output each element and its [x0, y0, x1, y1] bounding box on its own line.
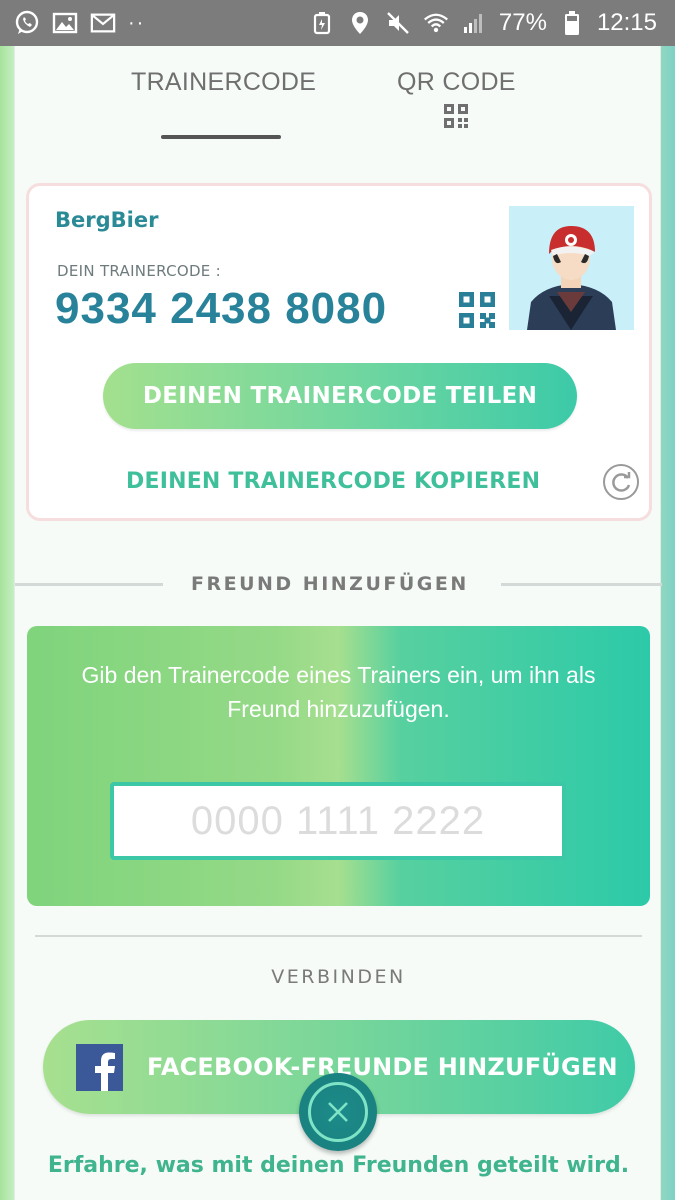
add-friend-instructions: Gib den Trainercode eines Trainers ein, … [81, 662, 596, 722]
trainer-code-value: 9334 2438 8080 [55, 284, 388, 333]
refresh-icon[interactable] [601, 462, 641, 506]
add-friend-box: Gib den Trainercode eines Trainers ein, … [27, 626, 650, 906]
trainer-avatar[interactable] [509, 206, 634, 330]
battery-saver-icon [309, 10, 335, 36]
facebook-icon [76, 1044, 123, 1091]
qr-code-icon[interactable] [444, 104, 468, 132]
battery-percent: 77% [498, 9, 547, 36]
tab-trainercode[interactable]: TRAINERCODE [131, 68, 316, 97]
clock: 12:15 [596, 9, 657, 36]
active-tab-indicator [161, 135, 281, 139]
close-icon [308, 1082, 368, 1142]
trainer-code-label: DEIN TRAINERCODE : [57, 262, 222, 280]
share-trainer-code-button[interactable]: DEINEN TRAINERCODE TEILEN [103, 363, 577, 429]
whatsapp-icon [14, 10, 40, 36]
trainer-code-input[interactable] [110, 782, 566, 860]
tab-qr-code[interactable]: QR CODE [397, 68, 516, 97]
close-button[interactable] [299, 1073, 377, 1151]
notification-dots: ·· [128, 11, 146, 34]
connect-heading: VERBINDEN [271, 966, 406, 988]
copy-trainer-code-link[interactable]: DEINEN TRAINERCODE KOPIEREN [126, 469, 540, 494]
trainer-name: BergBier [55, 208, 159, 232]
location-icon [347, 10, 373, 36]
signal-icon [461, 10, 487, 36]
status-bar: ·· 77% 12:15 [0, 0, 675, 46]
add-friend-heading: FREUND HINZUFÜGEN [191, 573, 469, 595]
battery-icon [559, 10, 585, 36]
divider-right [501, 583, 662, 586]
shared-info-link[interactable]: Erfahre, was mit deinen Freunden geteilt… [15, 1153, 662, 1178]
status-bar-right: 77% 12:15 [309, 9, 657, 37]
gallery-icon [52, 10, 78, 36]
mute-icon [385, 10, 411, 36]
friends-panel: TRAINERCODE QR CODE BergBier DEIN TRAINE… [14, 46, 662, 1200]
tab-bar: TRAINERCODE QR CODE [15, 46, 660, 146]
mail-icon [90, 10, 116, 36]
facebook-button-label: FACEBOOK-FREUNDE HINZUFÜGEN [147, 1053, 618, 1081]
wifi-icon [423, 10, 449, 36]
trainer-code-card: BergBier DEIN TRAINERCODE : 9334 2438 80… [26, 183, 652, 521]
connect-divider [35, 935, 642, 937]
qr-code-icon[interactable] [459, 292, 495, 332]
divider-left [15, 583, 163, 586]
status-bar-left: ·· [14, 10, 145, 36]
